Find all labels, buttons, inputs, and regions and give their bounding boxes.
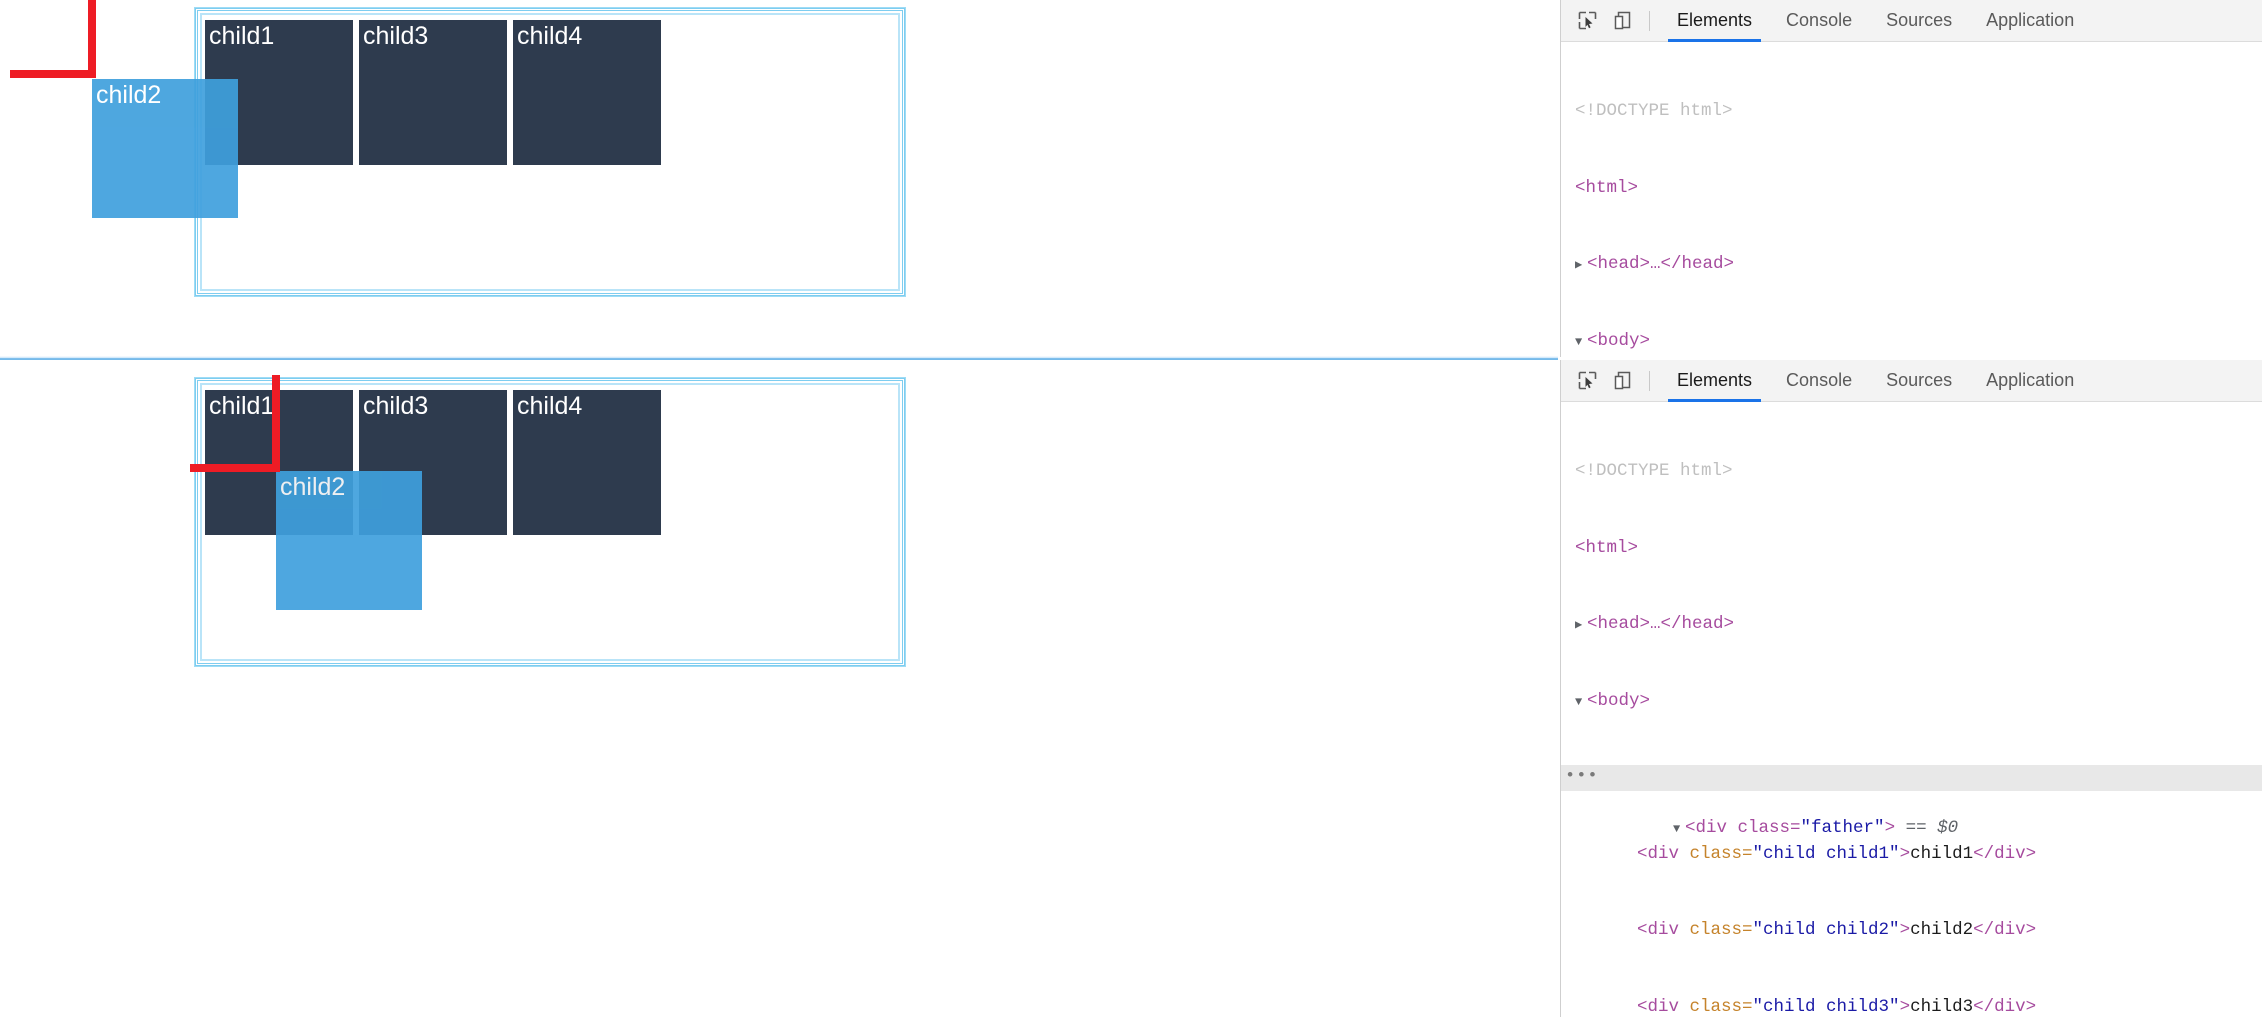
collapse-triangle-icon[interactable]: ▼ bbox=[1575, 690, 1587, 716]
child-box-child4-top: child4 bbox=[513, 20, 661, 165]
devtools-toolbar-bottom: Elements Console Sources Application bbox=[1561, 360, 2262, 402]
collapse-triangle-icon[interactable]: ▼ bbox=[1575, 330, 1587, 356]
dom-row-html-open[interactable]: <html> bbox=[1561, 176, 2262, 202]
more-options-icon[interactable]: ••• bbox=[1565, 764, 1599, 790]
dom-row-doctype[interactable]: <!DOCTYPE html> bbox=[1561, 99, 2262, 125]
dom-row-doctype[interactable]: <!DOCTYPE html> bbox=[1561, 459, 2262, 485]
child-box-child4-bottom: child4 bbox=[513, 390, 661, 535]
child-label: child3 bbox=[363, 22, 429, 50]
child-label: child4 bbox=[517, 22, 583, 50]
devtools-tabs-top: Elements Console Sources Application bbox=[1660, 0, 2091, 42]
inspect-element-icon[interactable] bbox=[1571, 6, 1603, 36]
expand-triangle-icon[interactable]: ▶ bbox=[1575, 253, 1587, 279]
screenshot-root: child1 child3 child4 child2 child1 child… bbox=[0, 0, 2262, 1017]
dom-row-child[interactable]: <div class="child child2">child2</div> bbox=[1561, 918, 2262, 944]
child-box-child2-top: child2 bbox=[92, 79, 238, 218]
toolbar-divider bbox=[1649, 370, 1650, 391]
dom-row-head[interactable]: ▶ <head>…</head> bbox=[1561, 612, 2262, 638]
devtools-toolbar-top: Elements Console Sources Application bbox=[1561, 0, 2262, 42]
dom-row-body-open[interactable]: ▼ <body> bbox=[1561, 329, 2262, 355]
dom-row-father-open[interactable]: ••• ▼ <div class="father"> == $0 bbox=[1561, 764, 2262, 838]
expand-triangle-icon[interactable]: ▶ bbox=[1575, 613, 1587, 639]
device-toolbar-icon[interactable] bbox=[1607, 6, 1639, 36]
origin-marker-horizontal-top bbox=[10, 70, 96, 78]
dom-row-body-open[interactable]: ▼ <body> bbox=[1561, 689, 2262, 715]
toolbar-divider bbox=[1649, 10, 1650, 31]
dom-row-head[interactable]: ▶ <head>…</head> bbox=[1561, 252, 2262, 278]
collapse-triangle-icon[interactable]: ▼ bbox=[1673, 817, 1685, 843]
tab-elements[interactable]: Elements bbox=[1660, 0, 1769, 42]
child-label: child2 bbox=[96, 81, 162, 109]
device-toolbar-icon[interactable] bbox=[1607, 366, 1639, 396]
child-box-child2-bottom: child2 bbox=[276, 471, 422, 610]
dom-row-child[interactable]: <div class="child child1">child1</div> bbox=[1561, 842, 2262, 868]
tab-console[interactable]: Console bbox=[1769, 360, 1869, 402]
dom-row-child[interactable]: <div class="child child3">child3</div> bbox=[1561, 995, 2262, 1017]
tab-sources[interactable]: Sources bbox=[1869, 360, 1969, 402]
render-pane-bottom: child1 child3 child4 child2 bbox=[0, 360, 1558, 1017]
origin-marker-horizontal-bottom bbox=[190, 464, 280, 472]
child-label: child1 bbox=[209, 22, 275, 50]
origin-marker-vertical-top bbox=[88, 0, 96, 77]
tab-elements[interactable]: Elements bbox=[1660, 360, 1769, 402]
child-label: child1 bbox=[209, 392, 275, 420]
child-box-child3-top: child3 bbox=[359, 20, 507, 165]
child-label: child3 bbox=[363, 392, 429, 420]
tab-application[interactable]: Application bbox=[1969, 0, 2091, 42]
child-label: child2 bbox=[280, 473, 346, 501]
dom-row-html-open[interactable]: <html> bbox=[1561, 536, 2262, 562]
child-label: child4 bbox=[517, 392, 583, 420]
devtools-panel-top: Elements Console Sources Application <!D… bbox=[1560, 0, 2262, 357]
tab-console[interactable]: Console bbox=[1769, 0, 1869, 42]
tab-application[interactable]: Application bbox=[1969, 360, 2091, 402]
render-pane-top: child1 child3 child4 child2 bbox=[0, 0, 1558, 357]
devtools-tabs-bottom: Elements Console Sources Application bbox=[1660, 360, 2091, 402]
dom-tree-bottom: <!DOCTYPE html> <html> ▶ <head>…</head> ▼… bbox=[1561, 402, 2262, 1017]
tab-sources[interactable]: Sources bbox=[1869, 0, 1969, 42]
origin-marker-vertical-bottom bbox=[272, 375, 280, 471]
devtools-panel-bottom: Elements Console Sources Application <!D… bbox=[1560, 360, 2262, 1017]
dom-tree-top: <!DOCTYPE html> <html> ▶ <head>…</head> ▼… bbox=[1561, 42, 2262, 357]
inspect-element-icon[interactable] bbox=[1571, 366, 1603, 396]
